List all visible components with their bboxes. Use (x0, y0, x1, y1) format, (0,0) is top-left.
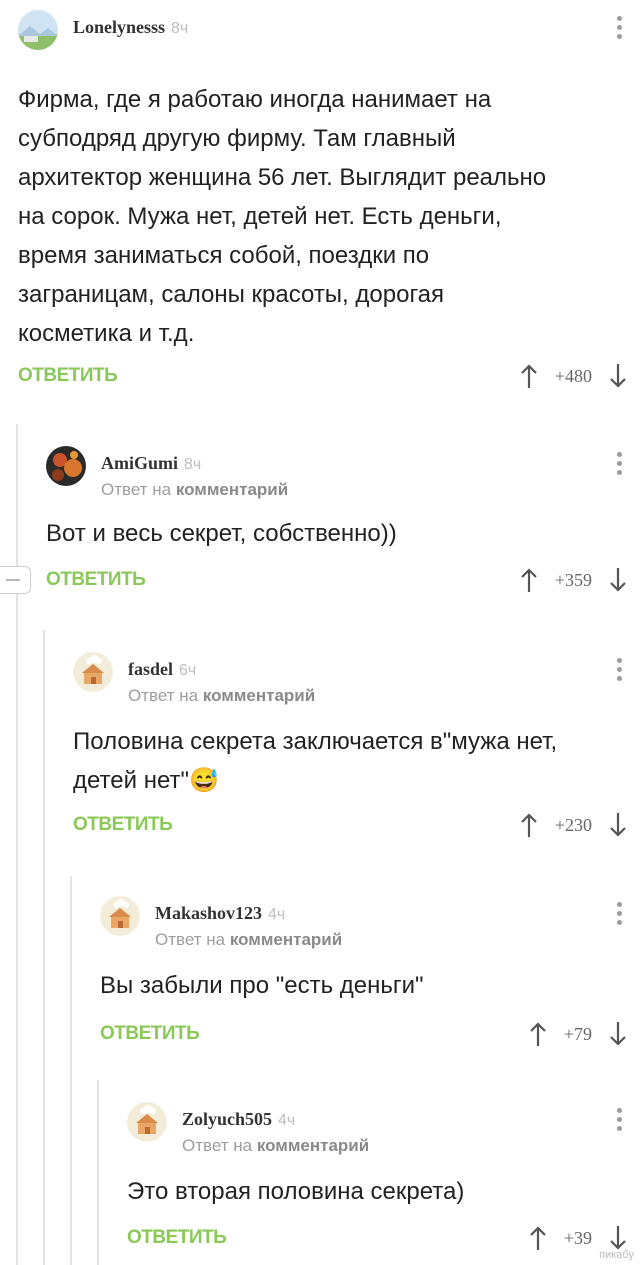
downvote-arrow-icon[interactable] (608, 1224, 628, 1252)
comment-time: 6ч (179, 662, 197, 679)
watermark: пикабу (599, 1249, 634, 1261)
comment-score: +39 (563, 1227, 592, 1248)
reply-to-line: Ответ на комментарий (101, 480, 289, 499)
thread-line (70, 876, 72, 1265)
comment-time: 4ч (278, 1112, 296, 1129)
comment-text: Фирма, где я работаю иногда нанимает на … (18, 86, 547, 347)
sweat-smile-emoji-icon: 😅 (189, 767, 219, 794)
reply-button[interactable]: ОТВЕТИТЬ (18, 365, 118, 387)
comment-actions: ОТВЕТИТЬ +39 (127, 1223, 640, 1257)
reply-to-line: Ответ на комментарий (155, 930, 343, 949)
default-house-avatar-icon[interactable] (127, 1102, 167, 1142)
comment-time: 8ч (171, 20, 189, 37)
comment-text: Вы забыли про "есть деньги" (100, 972, 424, 999)
landscape-avatar-icon[interactable] (18, 10, 58, 50)
comment-time: 8ч (184, 456, 202, 473)
comment-score: +480 (554, 365, 592, 386)
comment-header: Lonelynesss 8ч (18, 10, 640, 54)
comment-actions: ОТВЕТИТЬ +79 (100, 1019, 640, 1053)
reply-button[interactable]: ОТВЕТИТЬ (100, 1023, 200, 1045)
comment-actions: ОТВЕТИТЬ +359 (46, 565, 640, 599)
vote-controls: +79 (528, 1019, 628, 1049)
author-name[interactable]: fasdel 6ч (128, 659, 196, 680)
reply-button[interactable]: ОТВЕТИТЬ (46, 569, 146, 591)
comment: Lonelynesss 8ч Фирма, где я работаю иногд… (18, 10, 640, 395)
upvote-arrow-icon[interactable] (519, 362, 539, 390)
upvote-arrow-icon[interactable] (519, 811, 539, 839)
dark-orange-avatar-icon[interactable] (46, 446, 86, 486)
more-options-icon[interactable] (616, 1108, 622, 1134)
thread-line (16, 424, 18, 1265)
thread-line (97, 1080, 99, 1265)
vote-controls: +480 (519, 361, 628, 391)
comment: fasdel 6ч Ответ на комментарий Половина с… (73, 652, 640, 844)
comment-text: Вот и весь секрет, собственно)) (46, 520, 397, 547)
upvote-arrow-icon[interactable] (528, 1224, 548, 1252)
author-name[interactable]: Makashov123 4ч (155, 903, 285, 924)
downvote-arrow-icon[interactable] (608, 811, 628, 839)
author-name[interactable]: Zolyuch505 4ч (182, 1109, 295, 1130)
comment-score: +79 (563, 1023, 592, 1044)
reply-to-line: Ответ на комментарий (128, 686, 316, 705)
comment-header: AmiGumi 8ч Ответ на комментарий (46, 446, 640, 499)
default-house-avatar-icon[interactable] (73, 652, 113, 692)
reply-to-line: Ответ на комментарий (182, 1136, 370, 1155)
comment-text: Половина секрета заключается в"мужа нет,… (73, 728, 558, 794)
comment-header: Zolyuch505 4ч Ответ на комментарий (127, 1102, 640, 1155)
reply-to-link[interactable]: комментарий (230, 930, 342, 949)
comment: AmiGumi 8ч Ответ на комментарий Вот и вес… (46, 446, 640, 599)
comment-actions: ОТВЕТИТЬ +480 (18, 361, 640, 395)
comment-time: 4ч (268, 906, 286, 923)
vote-controls: +230 (519, 810, 628, 840)
more-options-icon[interactable] (616, 16, 622, 42)
comment-header: Makashov123 4ч Ответ на комментарий (100, 896, 640, 949)
author-name[interactable]: Lonelynesss 8ч (73, 17, 188, 38)
comment-header: fasdel 6ч Ответ на комментарий (73, 652, 640, 705)
vote-controls: +359 (519, 565, 628, 595)
comment-score: +230 (554, 814, 592, 835)
comment: Makashov123 4ч Ответ на комментарий Вы за… (100, 896, 640, 1053)
comment-score: +359 (554, 569, 592, 590)
default-house-avatar-icon[interactable] (100, 896, 140, 936)
upvote-arrow-icon[interactable] (528, 1020, 548, 1048)
downvote-arrow-icon[interactable] (608, 362, 628, 390)
upvote-arrow-icon[interactable] (519, 566, 539, 594)
reply-button[interactable]: ОТВЕТИТЬ (127, 1227, 227, 1249)
reply-to-link[interactable]: комментарий (176, 480, 288, 499)
collapse-thread-button[interactable] (0, 566, 31, 594)
comment-text: Это вторая половина секрета) (127, 1178, 465, 1205)
comment: Zolyuch505 4ч Ответ на комментарий Это вт… (127, 1102, 640, 1257)
author-name[interactable]: AmiGumi 8ч (101, 453, 201, 474)
reply-to-link[interactable]: комментарий (203, 686, 315, 705)
more-options-icon[interactable] (616, 658, 622, 684)
thread-line (43, 630, 45, 1265)
more-options-icon[interactable] (616, 902, 622, 928)
more-options-icon[interactable] (616, 452, 622, 478)
downvote-arrow-icon[interactable] (608, 566, 628, 594)
downvote-arrow-icon[interactable] (608, 1020, 628, 1048)
comment-actions: ОТВЕТИТЬ +230 (73, 810, 640, 844)
reply-button[interactable]: ОТВЕТИТЬ (73, 814, 173, 836)
reply-to-link[interactable]: комментарий (257, 1136, 369, 1155)
